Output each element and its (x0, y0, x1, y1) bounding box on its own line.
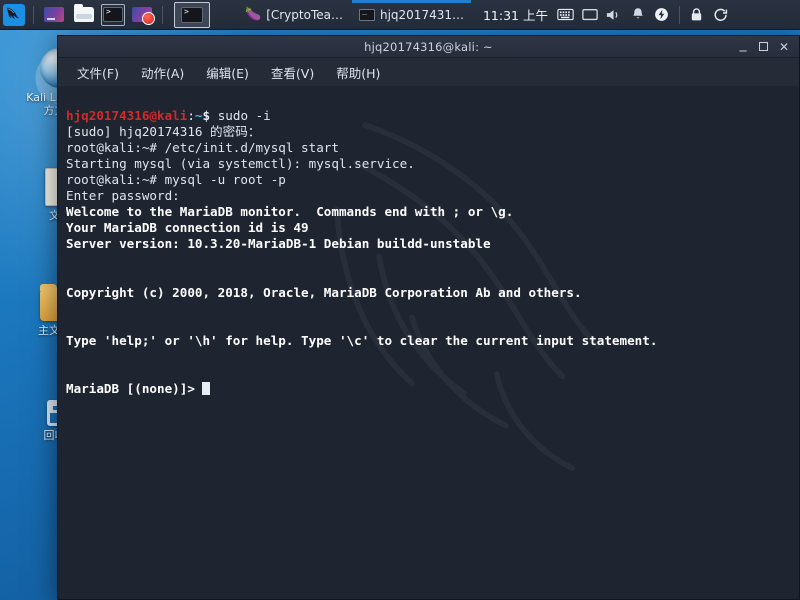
terminal-line: hjq20174316@kali:~$ sudo -i (66, 108, 271, 123)
kali-dragon-icon (3, 3, 25, 26)
clock[interactable]: 11:31 上午 (477, 5, 554, 24)
terminal-body[interactable]: hjq20174316@kali:~$ sudo -i [sudo] hjq20… (58, 86, 799, 599)
terminal-icon (103, 7, 123, 22)
notifications-bell-icon[interactable] (626, 0, 650, 30)
taskbar-window-label: hjq2017431… (379, 7, 464, 22)
burp-suite-icon (132, 7, 155, 25)
lock-screen-icon[interactable] (685, 0, 709, 30)
prompt-path: ~ (194, 108, 203, 124)
terminal-line: Enter password: (66, 188, 180, 204)
terminal-prompt-line: MariaDB [(none)]> (66, 380, 211, 396)
file-browser-icon (74, 4, 94, 22)
terminal-line: Server version: 10.3.20-MariaDB-1 Debian… (66, 236, 491, 252)
terminal-line: Your MariaDB connection id is 49 (66, 220, 309, 236)
taskbar-window-cryptotea[interactable]: 🍆 [CryptoTea… (238, 3, 350, 27)
panel-separator (162, 5, 163, 24)
menu-actions[interactable]: 动作(A) (132, 60, 193, 85)
display-icon[interactable] (578, 0, 602, 30)
taskbar-window-terminal[interactable]: hjq2017431… (351, 0, 471, 27)
panel-separator (33, 5, 34, 24)
window-titlebar[interactable]: hjq20174316@kali: ~ _ ✕ (58, 36, 799, 58)
prompt-command: sudo -i (210, 108, 271, 124)
menu-file[interactable]: 文件(F) (68, 60, 128, 85)
terminal-line: [sudo] hjq20174316 的密码： (66, 124, 261, 140)
logout-icon[interactable] (709, 0, 733, 30)
show-desktop-button[interactable] (174, 1, 210, 28)
close-button[interactable]: ✕ (778, 41, 790, 53)
terminal-line: Copyright (c) 2000, 2018, Oracle, MariaD… (66, 284, 582, 300)
kali-menu-button[interactable] (0, 0, 28, 30)
menu-view[interactable]: 查看(V) (262, 60, 323, 85)
launcher-file-browser[interactable] (71, 2, 97, 28)
launcher-terminal[interactable] (101, 3, 125, 26)
crypto-icon: 🍆 (245, 7, 262, 22)
terminal-icon (358, 6, 375, 21)
prompt-user: hjq20174316@kali (66, 108, 188, 124)
files-manager-icon (44, 7, 64, 22)
terminal-line: Welcome to the MariaDB monitor. Commands… (66, 204, 514, 220)
panel-separator (678, 5, 680, 24)
prompt-colon: : (187, 108, 195, 124)
terminal-window[interactable]: hjq20174316@kali: ~ _ ✕ 文件(F) 动作(A) 编辑(E… (57, 35, 800, 600)
keyboard-layout-icon[interactable] (554, 0, 578, 30)
mariadb-prompt: MariaDB [(none)]> (66, 380, 203, 396)
terminal-line: root@kali:~# /etc/init.d/mysql start (66, 140, 339, 156)
menubar: 文件(F) 动作(A) 编辑(E) 查看(V) 帮助(H) (58, 58, 799, 86)
minimize-button[interactable]: _ (737, 37, 749, 51)
window-controls: _ ✕ (737, 37, 799, 54)
window-title: hjq20174316@kali: ~ (364, 39, 493, 54)
taskbar-window-label: [CryptoTea… (266, 7, 343, 22)
terminal-line: Starting mysql (via systemctl): mysql.se… (66, 156, 415, 172)
prompt-sigil: $ (202, 108, 211, 124)
text-cursor (202, 381, 211, 395)
terminal-output: hjq20174316@kali:~$ sudo -i [sudo] hjq20… (66, 92, 799, 413)
top-panel: 🍆 [CryptoTea… hjq2017431… 11:31 上午 (0, 0, 800, 30)
launcher-files-manager[interactable] (41, 2, 67, 28)
terminal-line: root@kali:~# mysql -u root -p (66, 172, 286, 188)
maximize-button[interactable] (759, 42, 768, 51)
menu-help[interactable]: 帮助(H) (327, 60, 389, 85)
volume-icon[interactable] (602, 0, 626, 30)
menu-edit[interactable]: 编辑(E) (197, 60, 258, 85)
terminal-line: Type 'help;' or '\h' for help. Type '\c'… (66, 332, 658, 348)
power-manager-icon[interactable] (650, 0, 674, 30)
terminal-window-icon (181, 6, 203, 23)
launcher-burp-suite[interactable] (129, 2, 155, 28)
